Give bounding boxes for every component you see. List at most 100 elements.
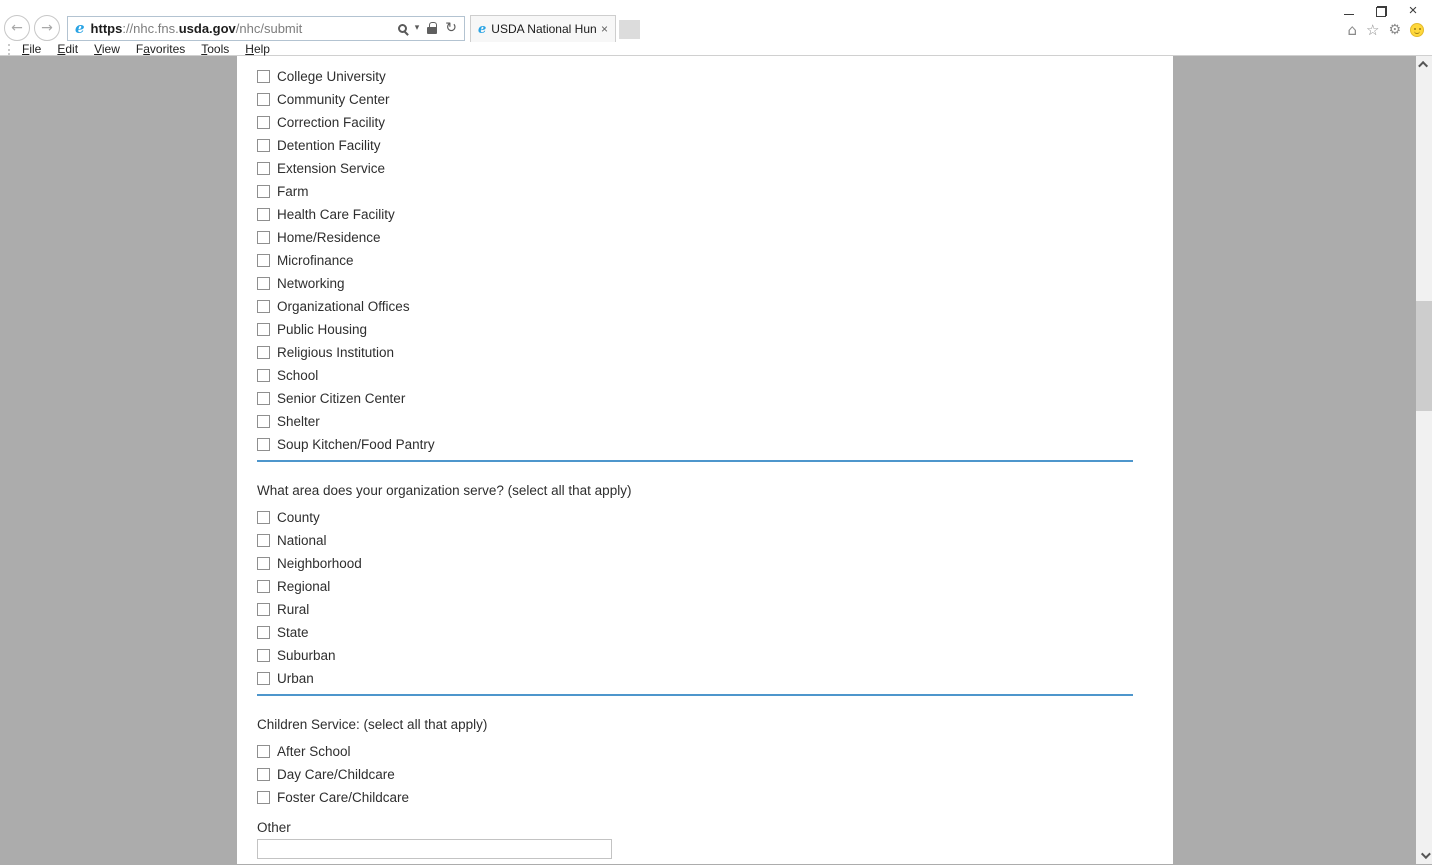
menu-file[interactable]: File bbox=[14, 42, 49, 56]
checkbox[interactable] bbox=[257, 185, 270, 198]
checkbox-label: Public Housing bbox=[277, 322, 367, 337]
other-label: Other bbox=[257, 820, 1133, 835]
restore-icon bbox=[1376, 6, 1387, 17]
checkbox-label: Suburban bbox=[277, 648, 336, 663]
scroll-up-button[interactable] bbox=[1416, 56, 1432, 73]
other-input[interactable] bbox=[257, 839, 612, 859]
checkbox-label: Community Center bbox=[277, 92, 390, 107]
checkbox-row: Microfinance bbox=[257, 249, 1133, 272]
menu-tools[interactable]: Tools bbox=[193, 42, 237, 56]
checkbox[interactable] bbox=[257, 745, 270, 758]
checkbox-row: County bbox=[257, 506, 1133, 529]
checkbox[interactable] bbox=[257, 277, 270, 290]
checkbox-label: Rural bbox=[277, 602, 309, 617]
checkbox[interactable] bbox=[257, 557, 270, 570]
checkbox[interactable] bbox=[257, 346, 270, 359]
menu-favorites[interactable]: Favorites bbox=[128, 42, 193, 56]
checkbox-label: Extension Service bbox=[277, 161, 385, 176]
search-icon[interactable] bbox=[398, 24, 407, 33]
service-area-question: What area does your organization serve? … bbox=[257, 483, 1133, 498]
checkbox-row: After School bbox=[257, 740, 1133, 763]
checkbox[interactable] bbox=[257, 649, 270, 662]
new-tab-button[interactable] bbox=[619, 20, 640, 39]
form-content: College University Community Center Corr… bbox=[237, 56, 1173, 864]
chevron-down-icon bbox=[1420, 849, 1430, 859]
checkbox-label: Foster Care/Childcare bbox=[277, 790, 409, 805]
checkbox[interactable] bbox=[257, 369, 270, 382]
checkbox-row: Day Care/Childcare bbox=[257, 763, 1133, 786]
forward-button[interactable]: → bbox=[34, 15, 60, 41]
menu-help[interactable]: Help bbox=[237, 42, 278, 56]
scroll-down-button[interactable] bbox=[1416, 847, 1432, 864]
checkbox-label: National bbox=[277, 533, 327, 548]
checkbox-row: National bbox=[257, 529, 1133, 552]
menu-view[interactable]: View bbox=[86, 42, 128, 56]
checkbox-label: Networking bbox=[277, 276, 345, 291]
checkbox[interactable] bbox=[257, 116, 270, 129]
checkbox[interactable] bbox=[257, 162, 270, 175]
checkbox-row: Rural bbox=[257, 598, 1133, 621]
scrollbar-thumb[interactable] bbox=[1416, 301, 1432, 411]
tab-favicon-ie-icon: e bbox=[478, 23, 486, 36]
favorites-star-icon[interactable]: ☆ bbox=[1366, 21, 1379, 39]
vertical-scrollbar[interactable] bbox=[1416, 56, 1432, 864]
url-host-prefix: nhc.fns. bbox=[133, 21, 179, 36]
checkbox-label: County bbox=[277, 510, 320, 525]
checkbox[interactable] bbox=[257, 626, 270, 639]
restore-button[interactable] bbox=[1374, 4, 1388, 18]
checkbox-row: Farm bbox=[257, 180, 1133, 203]
checkbox-row: Networking bbox=[257, 272, 1133, 295]
checkbox[interactable] bbox=[257, 603, 270, 616]
feedback-smiley-icon[interactable] bbox=[1410, 23, 1424, 37]
close-button[interactable]: × bbox=[1406, 4, 1420, 18]
checkbox[interactable] bbox=[257, 791, 270, 804]
section-divider bbox=[257, 460, 1133, 462]
checkbox[interactable] bbox=[257, 323, 270, 336]
checkbox-row: Organizational Offices bbox=[257, 295, 1133, 318]
checkbox[interactable] bbox=[257, 672, 270, 685]
checkbox[interactable] bbox=[257, 415, 270, 428]
checkbox[interactable] bbox=[257, 93, 270, 106]
checkbox-row: Senior Citizen Center bbox=[257, 387, 1133, 410]
chevron-up-icon bbox=[1418, 61, 1428, 71]
children-service-label: Children Service: (select all that apply… bbox=[257, 717, 1133, 732]
checkbox[interactable] bbox=[257, 70, 270, 83]
browser-tab[interactable]: e USDA National Hunger Cle... × bbox=[470, 15, 616, 42]
checkbox-row: Health Care Facility bbox=[257, 203, 1133, 226]
checkbox[interactable] bbox=[257, 511, 270, 524]
checkbox[interactable] bbox=[257, 231, 270, 244]
settings-gear-icon[interactable]: ⚙ bbox=[1388, 21, 1401, 39]
checkbox-row: State bbox=[257, 621, 1133, 644]
search-dropdown-caret-icon[interactable]: ▾ bbox=[415, 23, 420, 33]
tab-close-icon[interactable]: × bbox=[601, 22, 608, 36]
checkbox-label: Correction Facility bbox=[277, 115, 385, 130]
checkbox[interactable] bbox=[257, 768, 270, 781]
checkbox[interactable] bbox=[257, 438, 270, 451]
checkbox-label: Home/Residence bbox=[277, 230, 381, 245]
checkbox-label: Neighborhood bbox=[277, 556, 362, 571]
checkbox[interactable] bbox=[257, 580, 270, 593]
checkbox-label: Organizational Offices bbox=[277, 299, 410, 314]
menu-edit[interactable]: Edit bbox=[49, 42, 86, 56]
back-button[interactable]: ← bbox=[4, 15, 30, 41]
checkbox[interactable] bbox=[257, 208, 270, 221]
refresh-icon[interactable]: ↻ bbox=[445, 20, 457, 36]
children-service-options: After School Day Care/Childcare Foster C… bbox=[257, 740, 1133, 809]
checkbox[interactable] bbox=[257, 392, 270, 405]
menu-bar: File Edit View Favorites Tools Help bbox=[0, 42, 1432, 56]
url-path: /nhc/submit bbox=[236, 21, 302, 36]
checkbox-row: Religious Institution bbox=[257, 341, 1133, 364]
menu-grip-icon bbox=[8, 44, 10, 55]
checkbox[interactable] bbox=[257, 534, 270, 547]
address-bar[interactable]: e https://nhc.fns.usda.gov/nhc/submit ▾ … bbox=[67, 16, 465, 41]
ssl-lock-icon[interactable] bbox=[427, 27, 437, 34]
checkbox-row: Regional bbox=[257, 575, 1133, 598]
checkbox[interactable] bbox=[257, 254, 270, 267]
checkbox[interactable] bbox=[257, 300, 270, 313]
minimize-button[interactable] bbox=[1342, 4, 1356, 18]
home-icon[interactable]: ⌂ bbox=[1347, 21, 1357, 39]
checkbox-label: Soup Kitchen/Food Pantry bbox=[277, 437, 435, 452]
checkbox-label: Health Care Facility bbox=[277, 207, 395, 222]
checkbox-row: Home/Residence bbox=[257, 226, 1133, 249]
checkbox[interactable] bbox=[257, 139, 270, 152]
